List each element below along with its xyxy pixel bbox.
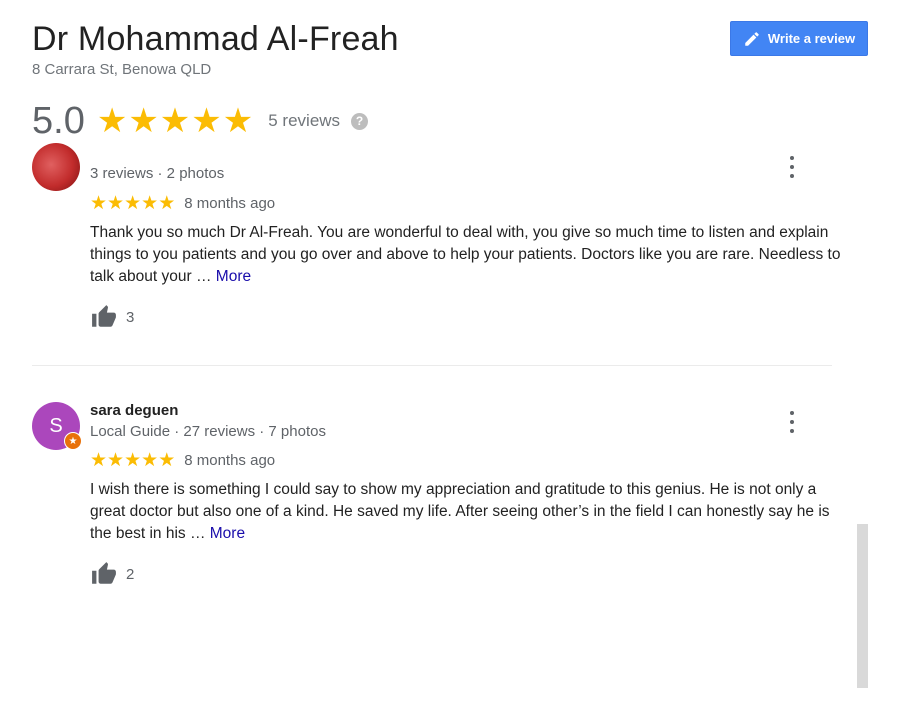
reviewer-avatar[interactable] — [32, 143, 80, 191]
star-icon: ★ — [124, 450, 142, 471]
star-icon: ★ — [191, 102, 222, 140]
star-icon: ★ — [124, 193, 142, 214]
average-stars: ★ ★ ★ ★ ★ — [97, 104, 254, 138]
local-guide-badge-icon: ★ — [64, 432, 82, 450]
more-vert-icon[interactable] — [784, 156, 800, 178]
star-icon: ★ — [158, 193, 176, 214]
review-count-link[interactable]: 5 reviews — [268, 111, 340, 131]
review-divider — [32, 365, 832, 366]
write-review-button[interactable]: Write a review — [730, 21, 868, 56]
star-icon: ★ — [90, 450, 108, 471]
star-icon: ★ — [158, 450, 176, 471]
more-link[interactable]: More — [210, 525, 245, 542]
star-icon: ★ — [107, 193, 125, 214]
reviewer-meta[interactable]: 3 reviews · 2 photos — [90, 165, 224, 182]
star-icon: ★ — [222, 102, 254, 140]
like-row: 2 — [90, 561, 134, 587]
review-text: Thank you so much Dr Al-Freah. You are w… — [90, 222, 850, 288]
review-stars: ★ ★ ★ ★ ★ — [90, 451, 175, 470]
star-icon: ★ — [96, 102, 128, 140]
star-icon: ★ — [159, 102, 191, 140]
write-review-label: Write a review — [767, 31, 856, 46]
review-age: 8 months ago — [184, 195, 276, 212]
more-link[interactable]: More — [216, 268, 251, 285]
average-score: 5.0 — [32, 99, 85, 142]
more-vert-icon[interactable] — [784, 411, 800, 433]
thumbs-up-icon[interactable] — [90, 304, 118, 330]
reviewer-meta[interactable]: Local Guide · 27 reviews · 7 photos — [90, 423, 326, 440]
like-row: 3 — [90, 304, 134, 330]
review-text-content: I wish there is something I could say to… — [90, 481, 830, 542]
star-icon: ★ — [128, 102, 159, 140]
avatar-initial: S — [49, 414, 63, 437]
like-count: 2 — [126, 565, 135, 583]
review-age: 8 months ago — [184, 452, 276, 469]
star-icon: ★ — [141, 193, 159, 214]
review-rating-row: ★ ★ ★ ★ ★ 8 months ago — [90, 451, 275, 470]
review-stars: ★ ★ ★ ★ ★ — [90, 194, 175, 213]
review-text: I wish there is something I could say to… — [90, 479, 850, 545]
help-icon[interactable]: ? — [351, 112, 369, 130]
review-rating-row: ★ ★ ★ ★ ★ 8 months ago — [90, 194, 275, 213]
rating-summary: 5.0 ★ ★ ★ ★ ★ 5 reviews ? — [32, 96, 369, 146]
reviewer-name[interactable]: sara deguen — [90, 402, 178, 419]
page-title: Dr Mohammad Al-Freah — [32, 20, 399, 58]
thumbs-up-icon[interactable] — [90, 561, 118, 587]
like-count: 3 — [126, 308, 135, 326]
star-icon: ★ — [90, 193, 108, 214]
reviewer-avatar[interactable]: S ★ — [32, 402, 82, 450]
star-icon: ★ — [141, 450, 159, 471]
star-icon: ★ — [107, 450, 125, 471]
scrollbar-thumb[interactable] — [857, 524, 868, 688]
place-address: 8 Carrara St, Benowa QLD — [32, 61, 212, 78]
pencil-icon — [743, 30, 761, 48]
review-text-content: Thank you so much Dr Al-Freah. You are w… — [90, 224, 841, 285]
